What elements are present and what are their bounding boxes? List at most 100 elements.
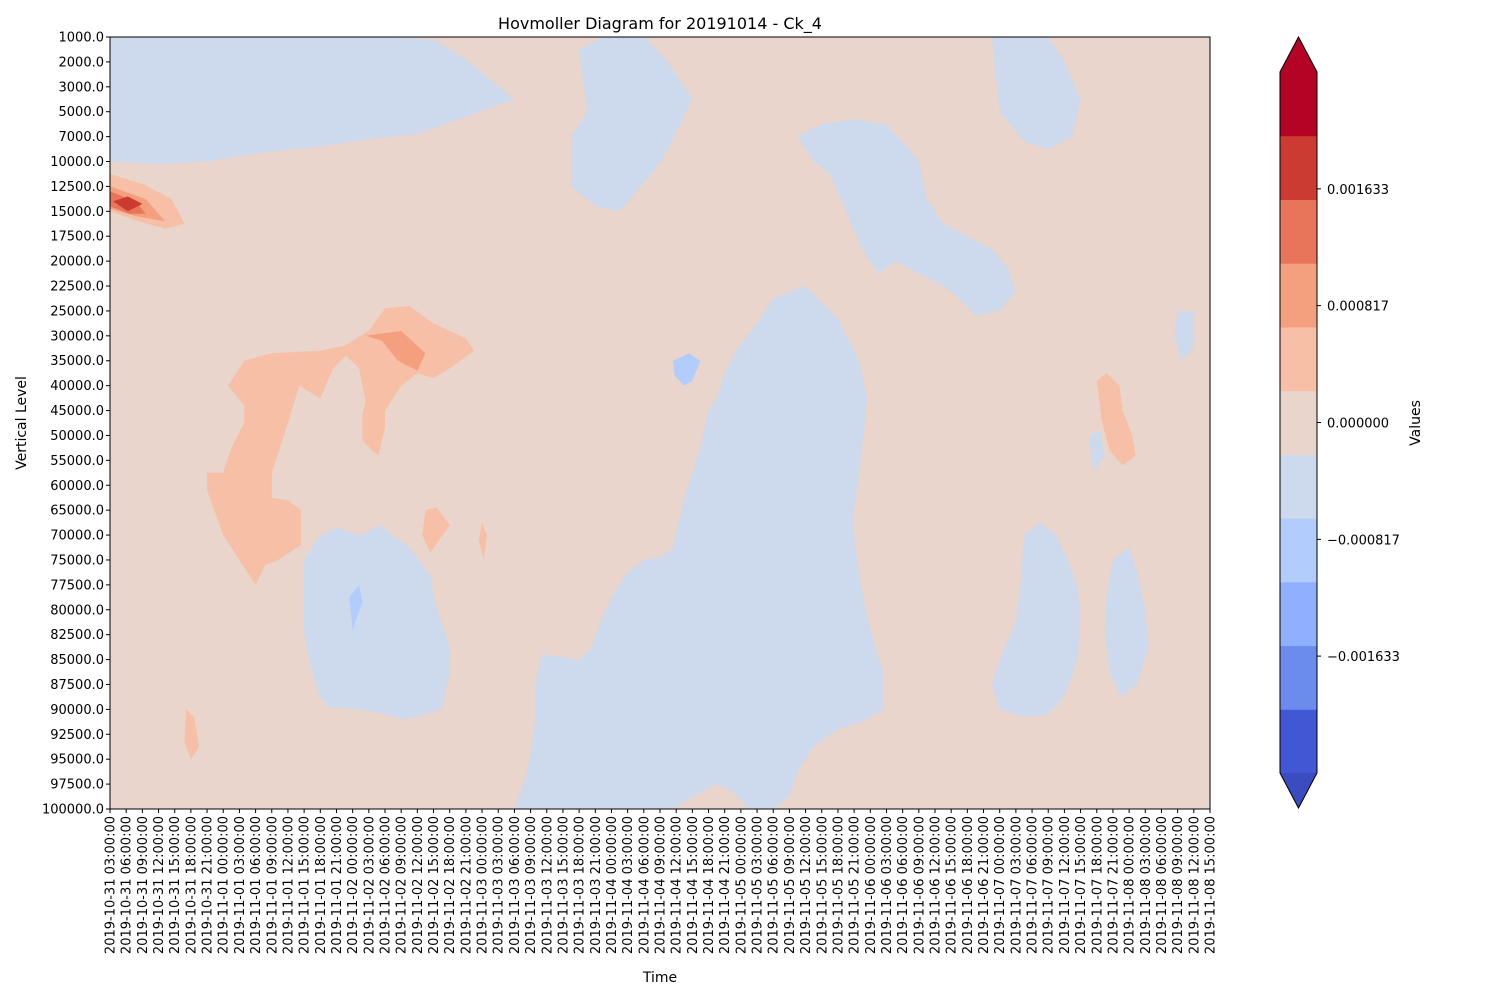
colorbar-over-extension: [1280, 37, 1317, 72]
y-tick-label: 92500.0: [50, 728, 104, 743]
x-tick-label: 2019-11-03 03:00:00: [492, 816, 507, 954]
contour-plot-area: [110, 37, 1210, 809]
x-tick-label: 2019-11-06 06:00:00: [896, 816, 911, 954]
x-tick-label: 2019-11-05 00:00:00: [734, 816, 749, 954]
colorbar-tick-label: −0.001633: [1327, 650, 1400, 665]
x-tick-label: 2019-11-07 06:00:00: [1026, 816, 1041, 954]
x-tick-label: 2019-11-01 03:00:00: [233, 816, 248, 954]
y-tick-label: 3000.0: [59, 80, 105, 95]
x-tick-label: 2019-10-31 06:00:00: [120, 816, 135, 954]
colorbar-band: [1280, 326, 1317, 392]
y-tick-label: 30000.0: [50, 329, 104, 344]
colorbar-band: [1280, 518, 1317, 583]
x-tick-label: 2019-11-02 15:00:00: [427, 816, 442, 954]
y-tick-label: 90000.0: [50, 703, 104, 718]
x-tick-label: 2019-11-04 15:00:00: [686, 816, 701, 954]
x-tick-label: 2019-11-03 12:00:00: [540, 816, 555, 954]
colorbar-tick-label: 0.000000: [1327, 417, 1389, 432]
x-tick-label: 2019-11-07 21:00:00: [1106, 816, 1121, 954]
y-tick-label: 35000.0: [50, 354, 104, 369]
x-tick-label: 2019-11-01 12:00:00: [281, 816, 296, 954]
x-tick-label: 2019-11-05 18:00:00: [831, 816, 846, 954]
x-tick-label: 2019-11-03 15:00:00: [556, 816, 571, 954]
y-tick-label: 7000.0: [59, 130, 105, 145]
x-tick-label: 2019-11-06 00:00:00: [864, 816, 879, 954]
colorbar-band: [1280, 390, 1317, 455]
colorbar-band: [1280, 199, 1317, 264]
x-tick-label: 2019-11-07 18:00:00: [1090, 816, 1105, 954]
x-tick-label: 2019-11-02 03:00:00: [362, 816, 377, 954]
x-tick-label: 2019-11-07 00:00:00: [993, 816, 1008, 954]
x-axis-ticks: 2019-10-31 03:00:00 2019-10-31 06:00:00 20…: [104, 809, 1219, 954]
y-tick-label: 1000.0: [59, 31, 105, 46]
y-tick-label: 22500.0: [50, 280, 104, 295]
colorbar-band: [1280, 72, 1317, 137]
x-axis-label: Time: [642, 970, 677, 986]
y-tick-label: 60000.0: [50, 479, 104, 494]
x-tick-label: 2019-11-04 18:00:00: [702, 816, 717, 954]
x-tick-label: 2019-11-02 09:00:00: [395, 816, 410, 954]
y-tick-label: 55000.0: [50, 454, 104, 469]
x-tick-label: 2019-11-07 09:00:00: [1042, 816, 1057, 954]
x-tick-label: 2019-11-04 09:00:00: [654, 816, 669, 954]
colorbar-band: [1280, 645, 1317, 710]
x-tick-label: 2019-11-06 21:00:00: [977, 816, 992, 954]
colorbar-band: [1280, 709, 1317, 774]
x-tick-label: 2019-11-08 00:00:00: [1123, 816, 1138, 954]
y-tick-label: 5000.0: [59, 105, 105, 120]
y-tick-label: 87500.0: [50, 678, 104, 693]
y-tick-label: 75000.0: [50, 553, 104, 568]
x-tick-label: 2019-11-01 00:00:00: [217, 816, 232, 954]
x-tick-label: 2019-11-08 15:00:00: [1204, 816, 1219, 954]
x-tick-label: 2019-11-01 18:00:00: [314, 816, 329, 954]
x-tick-label: 2019-11-07 12:00:00: [1058, 816, 1073, 954]
x-tick-label: 2019-11-06 03:00:00: [880, 816, 895, 954]
y-tick-label: 40000.0: [50, 379, 104, 394]
y-tick-label: 15000.0: [50, 205, 104, 220]
y-tick-label: 2000.0: [59, 55, 105, 70]
x-tick-label: 2019-11-06 18:00:00: [961, 816, 976, 954]
y-tick-label: 95000.0: [50, 753, 104, 768]
x-tick-label: 2019-11-04 00:00:00: [605, 816, 620, 954]
x-tick-label: 2019-11-03 18:00:00: [573, 816, 588, 954]
x-tick-label: 2019-11-02 12:00:00: [411, 816, 426, 954]
x-tick-label: 2019-10-31 09:00:00: [136, 816, 151, 954]
colorbar-band: [1280, 581, 1317, 647]
x-tick-label: 2019-11-03 00:00:00: [476, 816, 491, 954]
y-tick-label: 12500.0: [50, 180, 104, 195]
y-tick-label: 20000.0: [50, 255, 104, 270]
y-tick-label: 10000.0: [50, 155, 104, 170]
x-tick-label: 2019-11-05 06:00:00: [767, 816, 782, 954]
x-tick-label: 2019-11-08 12:00:00: [1187, 816, 1202, 954]
x-tick-label: 2019-10-31 12:00:00: [152, 816, 167, 954]
x-tick-label: 2019-11-05 12:00:00: [799, 816, 814, 954]
colorbar-tick-label: 0.000817: [1327, 300, 1389, 315]
x-tick-label: 2019-11-01 09:00:00: [265, 816, 280, 954]
x-tick-label: 2019-10-31 18:00:00: [184, 816, 199, 954]
x-tick-label: 2019-11-01 06:00:00: [249, 816, 264, 954]
colorbar-band: [1280, 135, 1317, 200]
x-tick-label: 2019-10-31 21:00:00: [201, 816, 216, 954]
x-tick-label: 2019-10-31 03:00:00: [104, 816, 119, 954]
chart-title: Hovmoller Diagram for 20191014 - Ck_4: [498, 14, 822, 34]
y-tick-label: 65000.0: [50, 504, 104, 519]
x-tick-label: 2019-11-03 06:00:00: [508, 816, 523, 954]
y-axis-label: Vertical Level: [14, 376, 30, 470]
y-tick-label: 45000.0: [50, 404, 104, 419]
x-tick-label: 2019-11-05 03:00:00: [751, 816, 766, 954]
x-tick-label: 2019-11-06 09:00:00: [912, 816, 927, 954]
x-tick-label: 2019-11-03 21:00:00: [589, 816, 604, 954]
x-tick-label: 2019-11-08 03:00:00: [1139, 816, 1154, 954]
colorbar-band: [1280, 454, 1317, 519]
colorbar-tick-label: −0.000817: [1327, 533, 1400, 548]
x-tick-label: 2019-11-07 15:00:00: [1074, 816, 1089, 954]
x-tick-label: 2019-11-05 09:00:00: [783, 816, 798, 954]
x-tick-label: 2019-11-05 15:00:00: [815, 816, 830, 954]
colorbar-label: Values: [1408, 400, 1424, 446]
x-tick-label: 2019-11-04 03:00:00: [621, 816, 636, 954]
colorbar-band: [1280, 263, 1317, 328]
y-tick-label: 97500.0: [50, 778, 104, 793]
x-tick-label: 2019-11-01 15:00:00: [298, 816, 313, 954]
x-tick-label: 2019-11-04 06:00:00: [637, 816, 652, 954]
y-tick-label: 85000.0: [50, 653, 104, 668]
